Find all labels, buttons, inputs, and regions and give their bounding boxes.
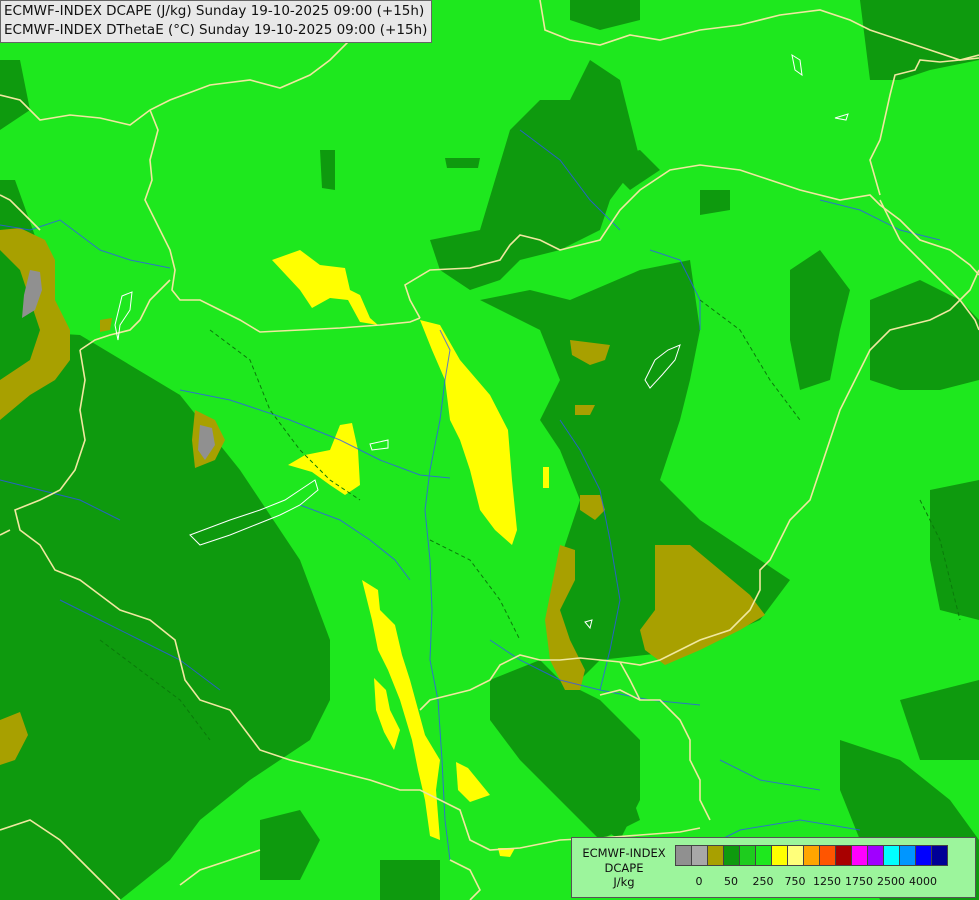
legend-swatch xyxy=(787,845,804,866)
legend-unit: J/kg xyxy=(613,875,635,889)
legend-parameter: DCAPE xyxy=(604,860,644,875)
dcape-legend: ECMWF-INDEX DCAPE J/kg 0 50 250 750 1250 1750… xyxy=(571,837,976,898)
legend-tick-label: 0 xyxy=(695,875,703,888)
legend-swatch xyxy=(755,845,772,866)
title-dcape: ECMWF-INDEX DCAPE (J/kg) Sunday 19-10-20… xyxy=(4,3,425,19)
legend-swatch xyxy=(819,845,836,866)
legend-swatch xyxy=(707,845,724,866)
legend-swatch xyxy=(739,845,756,866)
legend-swatch xyxy=(723,845,740,866)
legend-tick-label: 1250 xyxy=(813,875,841,888)
legend-swatch xyxy=(675,845,692,866)
legend-swatch xyxy=(691,845,708,866)
legend-swatch xyxy=(851,845,868,866)
legend-tick-label: 4000 xyxy=(909,875,937,888)
legend-tick-label: 2500 xyxy=(877,875,905,888)
legend-tick-label: 50 xyxy=(724,875,738,888)
legend-swatch xyxy=(931,845,948,866)
legend-swatch xyxy=(771,845,788,866)
title-dthetae: ECMWF-INDEX DThetaE (°C) Sunday 19-10-20… xyxy=(4,22,428,38)
legend-swatch xyxy=(883,845,900,866)
legend-swatch xyxy=(867,845,884,866)
legend-ticks: 0 50 250 750 1250 1750 2500 4000 xyxy=(675,875,975,889)
legend-swatch xyxy=(803,845,820,866)
legend-swatch xyxy=(899,845,916,866)
legend-tick-label: 250 xyxy=(752,875,774,888)
dcape-map xyxy=(0,0,979,900)
legend-tick-label: 750 xyxy=(784,875,806,888)
legend-tick-label: 1750 xyxy=(845,875,873,888)
legend-swatch xyxy=(835,845,852,866)
legend-label: ECMWF-INDEX DCAPE J/kg xyxy=(576,846,672,890)
legend-swatches xyxy=(675,845,948,866)
legend-model: ECMWF-INDEX xyxy=(582,846,666,860)
map-title-box: ECMWF-INDEX DCAPE (J/kg) Sunday 19-10-20… xyxy=(0,0,433,43)
legend-swatch xyxy=(915,845,932,866)
